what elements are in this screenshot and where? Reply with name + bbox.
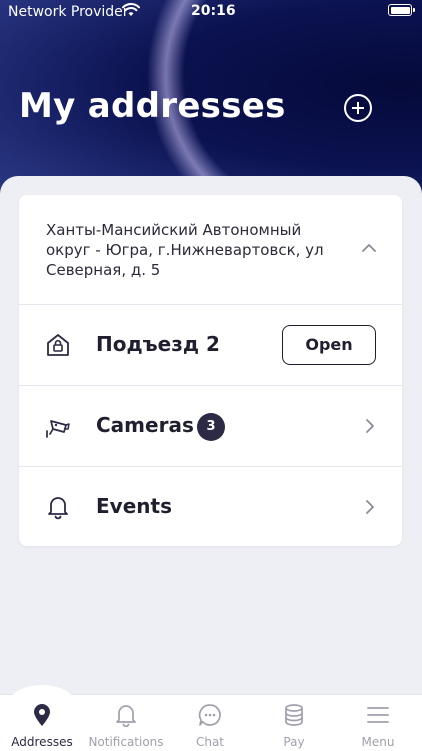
address-card: Ханты-Мансийский Автономный округ - Югра…	[19, 195, 402, 546]
chevron-right-icon	[366, 500, 374, 514]
page-title: My addresses	[19, 86, 286, 126]
tab-label: Addresses	[11, 735, 73, 749]
entrance-label: Подъезд 2	[96, 332, 220, 356]
entrance-row: Подъезд 2 Open	[19, 304, 402, 385]
bell-icon	[116, 705, 136, 727]
chevron-right-icon	[366, 419, 374, 433]
battery-icon	[388, 4, 415, 16]
coins-stack-icon	[285, 704, 303, 726]
events-row[interactable]: Events	[19, 466, 402, 546]
house-lock-icon	[47, 334, 69, 356]
tab-menu[interactable]: Menu	[336, 695, 420, 751]
open-door-button[interactable]: Open	[282, 325, 376, 365]
cameras-label: Cameras	[96, 413, 194, 437]
tab-label: Notifications	[88, 735, 164, 749]
cameras-count-badge: 3	[197, 413, 225, 441]
hamburger-menu-icon	[367, 707, 389, 723]
wifi-icon	[122, 3, 140, 16]
tab-label: Pay	[283, 735, 305, 749]
chat-bubble-icon	[198, 704, 221, 726]
tab-label: Chat	[195, 735, 225, 749]
cameras-row[interactable]: Cameras 3	[19, 385, 402, 466]
tab-label: Menu	[361, 735, 395, 749]
clock: 20:16	[191, 3, 236, 19]
tab-addresses[interactable]: Addresses	[0, 695, 84, 751]
tab-notifications[interactable]: Notifications	[84, 695, 168, 751]
tab-chat[interactable]: Chat	[168, 695, 252, 751]
tab-pay[interactable]: Pay	[252, 695, 336, 751]
bell-icon	[48, 497, 68, 520]
map-pin-icon	[34, 704, 50, 726]
bottom-tab-bar: Addresses Notifications Chat Pay Menu	[0, 685, 422, 751]
address-text: Ханты-Мансийский Автономный округ - Югра…	[46, 221, 324, 279]
events-label: Events	[96, 494, 172, 518]
cctv-camera-icon	[46, 420, 70, 438]
chevron-up-icon[interactable]	[362, 243, 376, 253]
carrier-name: Network Provider	[8, 4, 129, 20]
status-bar: Network Provider 20:16	[0, 0, 422, 24]
add-address-button[interactable]	[344, 94, 372, 122]
